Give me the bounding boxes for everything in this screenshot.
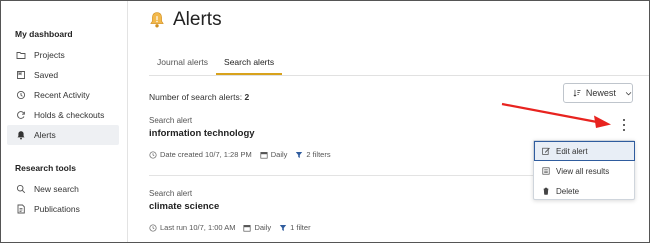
alert-count-value: 2 (244, 92, 250, 102)
list-icon (542, 167, 550, 175)
sort-icon (573, 89, 581, 97)
sidebar-item-projects[interactable]: Projects (7, 45, 119, 65)
tab-journal-alerts[interactable]: Journal alerts (149, 57, 216, 75)
calendar-icon (260, 151, 268, 159)
bell-icon (16, 130, 26, 140)
menu-item-edit-alert[interactable]: Edit alert (534, 141, 635, 161)
document-icon (16, 204, 26, 214)
alert-count: Number of search alerts: 2 (149, 92, 249, 102)
search-icon (16, 184, 26, 194)
sidebar-item-label: Projects (34, 50, 65, 60)
sidebar-heading-dashboard: My dashboard (15, 29, 73, 39)
sidebar-item-label: New search (34, 184, 79, 194)
page-header: Alerts (149, 9, 222, 31)
refresh-icon (16, 110, 26, 120)
tabs-divider (149, 75, 649, 76)
menu-item-view-all-results[interactable]: View all results (535, 161, 633, 181)
alert-title[interactable]: information technology (149, 128, 255, 139)
sidebar-item-label: Holds & checkouts (34, 110, 105, 120)
calendar-icon (243, 224, 252, 232)
menu-item-delete[interactable]: Delete (535, 181, 633, 201)
sort-dropdown[interactable]: Newest (563, 83, 633, 103)
chevron-down-icon (625, 91, 632, 95)
filter-icon (296, 151, 303, 158)
alert-actions-kebab-icon[interactable] (620, 119, 628, 131)
alert-filters: 1 filter (279, 223, 311, 232)
sort-label: Newest (585, 88, 616, 98)
alert-count-label: Number of search alerts: (149, 92, 243, 102)
bell-icon (150, 12, 164, 28)
tab-search-alerts[interactable]: Search alerts (216, 57, 283, 75)
app-frame: My dashboard Projects Saved Recent Activ… (0, 0, 650, 243)
sidebar-item-recent-activity[interactable]: Recent Activity (7, 85, 119, 105)
page-title: Alerts (173, 9, 222, 30)
alert-type-label: Search alert (149, 189, 193, 198)
edit-icon (542, 147, 550, 155)
folder-icon (16, 50, 26, 60)
alert-meta: Date created 10/7, 1:28 PM Daily 2 filte… (149, 150, 339, 159)
sidebar-item-new-search[interactable]: New search (7, 179, 119, 199)
alert-frequency: Daily (260, 150, 287, 159)
sidebar-item-label: Recent Activity (34, 90, 90, 100)
sidebar-item-saved[interactable]: Saved (7, 65, 119, 85)
alert-type-label: Search alert (149, 116, 193, 125)
alert-meta: Last run 10/7, 1:00 AM Daily 1 filter (149, 223, 319, 232)
alert-tabs: Journal alerts Search alerts (149, 57, 283, 75)
bookmark-icon (16, 70, 26, 80)
alert-date: Date created 10/7, 1:28 PM (149, 150, 252, 159)
alert-actions-menu: Edit alert View all results Delete (533, 140, 635, 200)
clock-icon (149, 150, 157, 159)
sidebar-item-publications[interactable]: Publications (7, 199, 119, 219)
sidebar-item-label: Publications (34, 204, 80, 214)
sidebar-heading-research: Research tools (15, 163, 76, 173)
clock-icon (149, 223, 157, 232)
sidebar-item-label: Saved (34, 70, 59, 80)
alert-date: Last run 10/7, 1:00 AM (149, 223, 235, 232)
trash-icon (543, 187, 549, 195)
alert-title[interactable]: climate science (149, 201, 219, 212)
filter-icon (279, 224, 287, 231)
sidebar: My dashboard Projects Saved Recent Activ… (1, 1, 128, 242)
sidebar-item-label: Alerts (34, 130, 56, 140)
alert-filters: 2 filters (295, 150, 331, 159)
alert-frequency: Daily (243, 223, 271, 232)
history-icon (16, 90, 26, 100)
sidebar-item-alerts[interactable]: Alerts (7, 125, 119, 145)
main-content: Alerts Journal alerts Search alerts Numb… (129, 1, 649, 242)
sidebar-item-holds-checkouts[interactable]: Holds & checkouts (7, 105, 119, 125)
